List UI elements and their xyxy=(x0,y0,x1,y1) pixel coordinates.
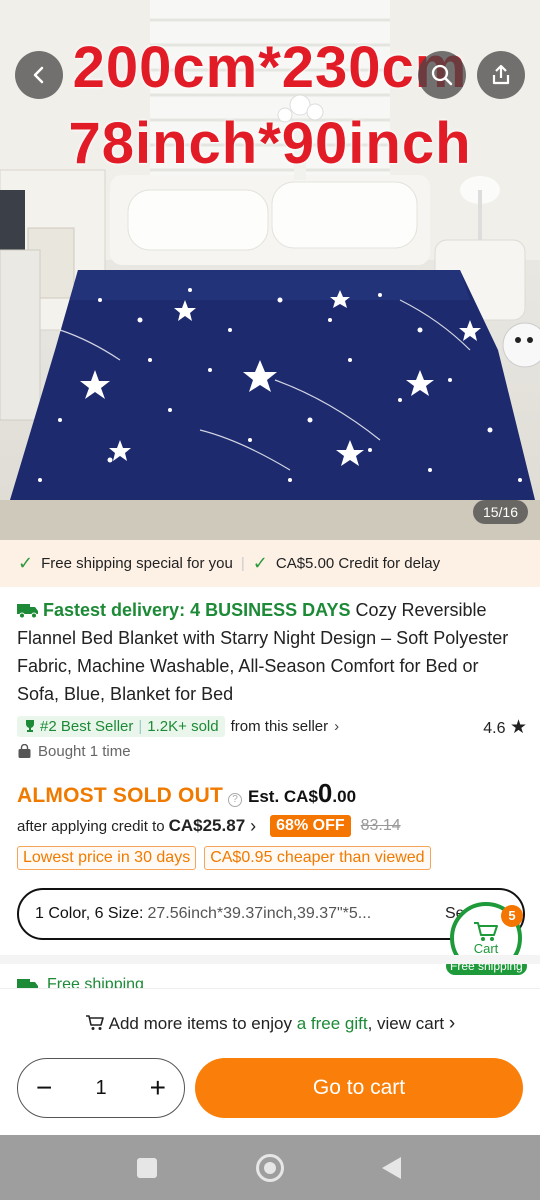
discount-badge: 68% OFF xyxy=(270,815,351,837)
original-price: 83.14 xyxy=(360,817,401,834)
search-button[interactable] xyxy=(418,51,466,99)
image-counter: 15/16 xyxy=(472,500,528,524)
estimated-price-whole: 0 xyxy=(317,778,333,808)
price-row: ALMOST SOLD OUT ? Est. CA$ 0.00 xyxy=(17,778,356,809)
cart-label: Cart xyxy=(473,940,499,956)
check-icon: ✓ xyxy=(252,553,268,573)
from-seller-link[interactable]: from this seller xyxy=(231,718,329,735)
divider: | xyxy=(240,555,245,572)
free-gift-link[interactable]: a free gift xyxy=(297,1014,368,1033)
back-nav-button[interactable] xyxy=(382,1157,401,1179)
credit-row[interactable]: after applying credit to CA$25.87 › 68% … xyxy=(17,815,401,837)
size-banner-inch: 78inch*90inch xyxy=(68,111,472,176)
estimated-price-prefix: Est. CA$ xyxy=(248,787,318,806)
chevron-right-icon: › xyxy=(250,815,257,836)
system-navigation-bar xyxy=(0,1135,540,1200)
quantity-value[interactable]: 1 xyxy=(95,1077,106,1100)
seller-info-row[interactable]: #2 Best Seller | 1.2K+ sold from this se… xyxy=(17,714,527,738)
home-button[interactable] xyxy=(256,1154,284,1182)
sold-count: 1.2K+ sold xyxy=(147,717,219,735)
bought-text: Bought 1 time xyxy=(38,743,131,760)
almost-sold-out-label: ALMOST SOLD OUT xyxy=(17,784,223,807)
floating-cart-button[interactable]: Cart 5 Free shipping xyxy=(446,902,527,978)
shipping-benefits-banner[interactable]: ✓ Free shipping special for you | ✓ CA$5… xyxy=(0,540,540,587)
increase-quantity-button[interactable]: + xyxy=(150,1074,166,1102)
divider: | xyxy=(138,717,143,735)
check-icon: ✓ xyxy=(18,553,34,573)
gift-suffix: , view cart xyxy=(367,1014,445,1033)
credit-prefix: after applying credit to xyxy=(17,817,165,835)
cart-icon xyxy=(474,921,498,941)
share-button[interactable] xyxy=(477,51,525,99)
variant-label: 1 Color, 6 Size: xyxy=(35,905,144,922)
cart-icon xyxy=(85,1015,104,1030)
quantity-stepper: − 1 + xyxy=(17,1058,185,1118)
section-divider xyxy=(0,955,540,964)
delivery-truck-icon xyxy=(17,604,38,619)
share-icon xyxy=(492,64,510,85)
back-arrow-icon xyxy=(33,66,44,84)
product-image[interactable]: 200cm*230cm 78inch*90inch 15/16 xyxy=(0,0,540,540)
gift-prefix: Add more items to enjoy xyxy=(108,1014,292,1033)
variant-value: 27.56inch*39.37inch,39.37"*5... xyxy=(147,905,372,922)
free-shipping-special: Free shipping special for you xyxy=(41,555,233,572)
rating[interactable]: 4.6 ★ xyxy=(483,716,527,739)
rating-value: 4.6 xyxy=(483,720,506,737)
credit-for-delay: CA$5.00 Credit for delay xyxy=(275,555,441,572)
lowest-price-tag: Lowest price in 30 days xyxy=(17,846,197,870)
free-gift-prompt[interactable]: Add more items to enjoy a free gift, vie… xyxy=(0,1013,540,1035)
recent-apps-button[interactable] xyxy=(137,1158,157,1178)
trophy-icon xyxy=(26,720,34,732)
cart-count-badge: 5 xyxy=(501,905,523,927)
credit-price: CA$25.87 xyxy=(168,816,246,835)
cheaper-than-viewed-tag: CA$0.95 cheaper than viewed xyxy=(204,846,431,870)
star-icon: ★ xyxy=(509,717,527,738)
best-seller-badge: #2 Best Seller | 1.2K+ sold xyxy=(17,715,225,737)
decrease-quantity-button[interactable]: − xyxy=(36,1074,52,1102)
chevron-right-icon: › xyxy=(448,1013,456,1034)
chevron-right-icon: › xyxy=(334,717,340,735)
question-icon[interactable]: ? xyxy=(228,793,242,807)
search-icon xyxy=(431,64,453,86)
product-title: Fastest delivery: 4 BUSINESS DAYS Cozy R… xyxy=(17,596,523,708)
best-seller-rank: #2 Best Seller xyxy=(40,717,134,735)
estimated-price-cents: .00 xyxy=(332,787,357,806)
fastest-delivery-label: Fastest delivery: 4 BUSINESS DAYS xyxy=(43,600,351,620)
back-button[interactable] xyxy=(15,51,63,99)
shopping-bag-icon xyxy=(18,744,31,758)
bottom-action-bar: Add more items to enjoy a free gift, vie… xyxy=(0,988,540,1135)
bought-history: Bought 1 time xyxy=(17,743,131,760)
price-tags: Lowest price in 30 days CA$0.95 cheaper … xyxy=(17,846,439,870)
go-to-cart-button[interactable]: Go to cart xyxy=(195,1058,523,1118)
